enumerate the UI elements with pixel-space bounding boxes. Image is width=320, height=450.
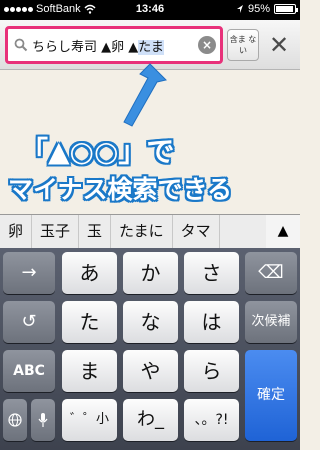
key-a[interactable]: あ (62, 252, 117, 294)
exclude-toggle-button[interactable]: 含ま ない (227, 29, 259, 61)
backspace-icon[interactable]: ⌫ (245, 252, 297, 294)
clear-x-icon[interactable]: × (198, 36, 216, 54)
expand-candidates-icon[interactable]: ▲ (266, 215, 300, 248)
exclude-label-1: 含ま (229, 35, 246, 44)
keyboard: → あ か さ ⌫ ↺ た な は 次候補 ABC ま や ら 確定 ゛゜小 わ… (0, 248, 300, 450)
mic-icon-shape (38, 413, 48, 427)
confirm-button[interactable]: 確定 (245, 350, 297, 441)
annotation-arrow-icon (123, 63, 167, 127)
annotation-line-2: マイナス検索できる (8, 175, 233, 204)
key-na[interactable]: な (123, 301, 178, 343)
candidate-item[interactable]: 玉子 (32, 215, 80, 248)
search-input[interactable]: ちらし寿司 ▲卵 ▲たま × (5, 26, 223, 64)
candidate-item[interactable]: タマ (173, 215, 220, 248)
annotation-line-1: 「▲○○」で (20, 135, 175, 168)
mic-icon[interactable] (31, 399, 55, 441)
cursor-right-key[interactable]: → (3, 252, 55, 294)
search-icon (14, 38, 28, 52)
key-ha[interactable]: は (184, 301, 239, 343)
key-ra[interactable]: ら (184, 350, 239, 392)
location-icon (236, 5, 243, 13)
search-query-committed: ちらし寿司 ▲卵 ▲ (32, 40, 139, 55)
dakuten-key[interactable]: ゛゜小 (62, 399, 117, 441)
key-wa[interactable]: わ_ (123, 399, 178, 441)
key-ka[interactable]: か (123, 252, 178, 294)
key-ya[interactable]: や (123, 350, 178, 392)
candidate-item[interactable]: 玉 (79, 215, 112, 248)
battery-icon (274, 4, 298, 14)
search-query: ちらし寿司 ▲卵 ▲たま (32, 36, 164, 55)
globe-icon[interactable] (3, 399, 27, 441)
globe-icon-shape (8, 413, 22, 427)
undo-icon[interactable]: ↺ (3, 301, 55, 343)
search-query-composing: たま (138, 40, 164, 55)
candidate-item[interactable]: 卵 (0, 215, 33, 248)
key-ma[interactable]: ま (62, 350, 117, 392)
candidate-bar: 卵 玉子 玉 たまに タマ ▲ (0, 214, 300, 248)
key-ta[interactable]: た (62, 301, 117, 343)
status-bar: SoftBank 13:46 95% (0, 0, 300, 20)
candidate-item[interactable]: たまに (111, 215, 173, 248)
abc-mode-button[interactable]: ABC (3, 350, 55, 392)
battery-percent: 95% (247, 3, 270, 15)
close-icon[interactable]: ✕ (264, 30, 294, 60)
next-candidate-button[interactable]: 次候補 (245, 301, 297, 343)
key-sa[interactable]: さ (184, 252, 239, 294)
punctuation-key[interactable]: 、。?! (184, 399, 239, 441)
